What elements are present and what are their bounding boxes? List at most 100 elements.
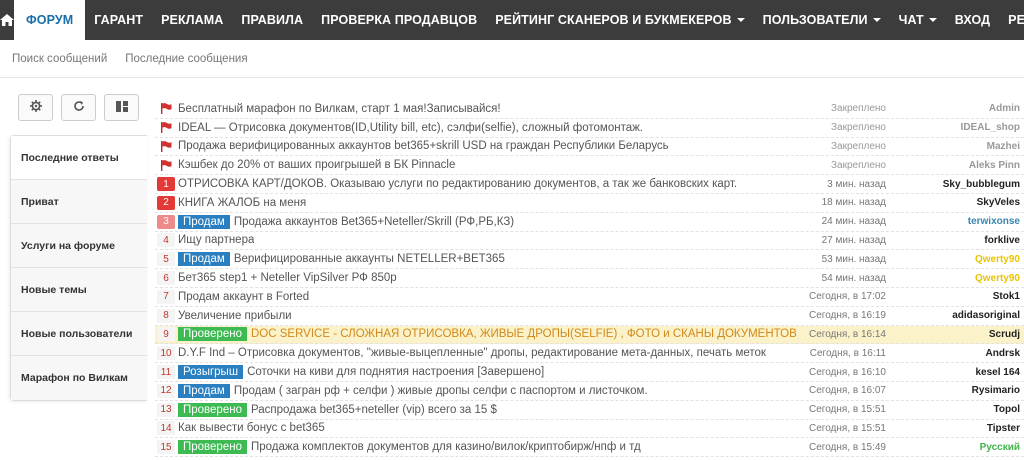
topic-row[interactable]: 13 Проверено Распродажа bet365+neteller (v… <box>155 401 1024 420</box>
topic-author-link[interactable]: Stok1 <box>993 291 1020 302</box>
nav-item-5[interactable]: РЕЙТИНГ СКАНЕРОВ И БУКМЕКЕРОВ <box>486 0 753 40</box>
topic-title-link[interactable]: Продам ( загран рф + селфи ) живые дропы… <box>234 385 648 397</box>
topic-title-link[interactable]: Соточки на киви для поднятия настроения … <box>247 366 544 378</box>
topic-row[interactable]: IDEAL — Отрисовка документов(ID,Utility … <box>155 119 1024 138</box>
topic-row[interactable]: 14 Как вывести бонус с bet365 Сегодня, в 1… <box>155 420 1024 439</box>
topic-title-link[interactable]: IDEAL — Отрисовка документов(ID,Utility … <box>178 122 643 134</box>
topic-author-link[interactable]: Qwerty90 <box>975 273 1020 284</box>
sidebar-toolbar <box>18 94 147 121</box>
topic-author-link[interactable]: Sky_bubblegum <box>943 179 1020 190</box>
topic-title-link[interactable]: Продам аккаунт в Forted <box>178 291 309 303</box>
topic-author-link[interactable]: Aleks Pinn <box>969 160 1020 171</box>
topic-author-link[interactable]: Qwerty90 <box>975 254 1020 265</box>
nav-item-6[interactable]: ПОЛЬЗОВАТЕЛИ <box>754 0 890 40</box>
topic-author-link[interactable]: Mazhei <box>987 141 1020 152</box>
topic-author-link[interactable]: forklive <box>984 235 1020 246</box>
topic-author-link[interactable]: IDEAL_shop <box>961 122 1020 133</box>
topic-time: Закреплено <box>831 103 886 115</box>
nav-item-label: ПРАВИЛА <box>241 13 304 27</box>
topic-author-link[interactable]: Tipster <box>987 423 1020 434</box>
topic-title-link[interactable]: Ищу партнера <box>178 234 254 246</box>
topic-time: Сегодня, в 15:51 <box>809 404 886 416</box>
topic-row[interactable]: 5 Продам Верифицированные аккаунты NETELLE… <box>155 250 1024 270</box>
sidebar-item-3[interactable]: Новые темы <box>11 268 147 312</box>
topic-author-link[interactable]: Andrsk <box>986 348 1020 359</box>
topic-title-link[interactable]: КНИГА ЖАЛОБ на меня <box>178 197 306 209</box>
topic-time: Сегодня, в 17:02 <box>809 291 886 303</box>
topic-prefix-badge: Проверено <box>178 402 247 417</box>
topic-author-link[interactable]: kesel 164 <box>976 367 1021 378</box>
topic-row[interactable]: 4 Ищу партнера 27 мин. назад forklive <box>155 232 1024 251</box>
topic-author-link[interactable]: Topol <box>994 404 1020 415</box>
sub-navigation: Поиск сообщений Последние сообщения <box>0 40 1024 78</box>
nav-item-8[interactable]: ВХОД <box>946 0 999 40</box>
topic-author-link[interactable]: terwixonse <box>968 216 1020 227</box>
topic-row[interactable]: 10 D.Y.F Ind – Отрисовка документов, "жив… <box>155 344 1024 364</box>
topic-author-link[interactable]: Admin <box>989 103 1020 114</box>
topic-row[interactable]: Бесплатный марафон по Вилкам, старт 1 ма… <box>155 100 1024 119</box>
nav-item-3[interactable]: ПРАВИЛА <box>232 0 312 40</box>
topic-time: Сегодня, в 16:11 <box>809 347 886 359</box>
topic-rank: 2 <box>157 195 175 210</box>
topic-title-link[interactable]: Продажа аккаунтов Bet365+Neteller/Skrill… <box>234 216 514 228</box>
topic-prefix-badge: Розыгрыш <box>178 365 244 380</box>
topic-prefix-badge: Проверено <box>178 327 247 342</box>
sidebar-item-4[interactable]: Новые пользователи <box>11 312 147 356</box>
topic-title-link[interactable]: Как вывести бонус с bet365 <box>178 422 325 434</box>
topic-title-link[interactable]: ОТРИСОВКА КАРТ/ДОКОВ. Оказываю услуги по… <box>178 178 737 190</box>
topic-title-link[interactable]: Верифицированные аккаунты NETELLER+BET36… <box>234 253 505 265</box>
home-icon[interactable] <box>0 0 14 40</box>
topic-row[interactable]: 6 Бет365 step1 + Neteller VipSilver РФ 85… <box>155 269 1024 288</box>
sidebar-item-0[interactable]: Последние ответы <box>11 136 147 180</box>
topic-author-link[interactable]: Scrudj <box>989 329 1020 340</box>
sidebar-item-2[interactable]: Услуги на форуме <box>11 224 147 268</box>
topic-rank: 1 <box>157 177 175 192</box>
topic-author-link[interactable]: adidasoriginal <box>952 310 1020 321</box>
topic-title-link[interactable]: Кэшбек до 20% от ваших проигрышей в БК P… <box>178 159 455 171</box>
topic-rank: 5 <box>157 252 175 267</box>
topic-title-link[interactable]: D.Y.F Ind – Отрисовка документов, "живые… <box>178 347 766 359</box>
topic-title-link[interactable]: Продажа комплектов документов для казино… <box>251 441 641 453</box>
topic-title-link[interactable]: Увеличение прибыли <box>178 310 292 322</box>
search-messages-link[interactable]: Поиск сообщений <box>12 53 107 65</box>
topic-time: Закреплено <box>831 140 886 152</box>
topic-prefix-badge: Продам <box>178 252 230 267</box>
nav-item-9[interactable]: РЕГИСТРАЦИЯ <box>999 0 1024 40</box>
settings-button[interactable] <box>18 94 53 121</box>
recent-messages-link[interactable]: Последние сообщения <box>125 53 247 65</box>
sidebar-item-5[interactable]: Марафон по Вилкам <box>11 356 147 400</box>
nav-item-1[interactable]: ГАРАНТ <box>85 0 152 40</box>
topic-time: 54 мин. назад <box>821 272 886 284</box>
nav-item-7[interactable]: ЧАТ <box>890 0 946 40</box>
nav-item-4[interactable]: ПРОВЕРКА ПРОДАВЦОВ <box>312 0 486 40</box>
topic-row[interactable]: 3 Продам Продажа аккаунтов Bet365+Neteller… <box>155 213 1024 232</box>
nav-item-2[interactable]: РЕКЛАМА <box>152 0 232 40</box>
topic-row[interactable]: 1 ОТРИСОВКА КАРТ/ДОКОВ. Оказываю услуги п… <box>155 175 1024 194</box>
topic-row[interactable]: 8 Увеличение прибыли Сегодня, в 16:19 adida… <box>155 307 1024 326</box>
topic-title-link[interactable]: Продажа верифицированных аккаунтов bet36… <box>178 140 669 152</box>
refresh-button[interactable] <box>61 94 96 121</box>
nav-item-label: ФОРУМ <box>26 13 74 27</box>
pinned-flag-icon <box>157 159 175 171</box>
topic-row[interactable]: 9 Проверено DOC SERVICE - СЛОЖНАЯ ОТРИСОВК… <box>155 325 1024 345</box>
topic-row[interactable]: 11 Розыгрыш Соточки на киви для поднятия н… <box>155 363 1024 382</box>
topic-author-link[interactable]: Русский <box>980 442 1020 453</box>
sidebar-item-1[interactable]: Приват <box>11 180 147 224</box>
nav-item-0[interactable]: ФОРУМ <box>14 0 86 40</box>
layout-button[interactable] <box>104 94 139 121</box>
topic-title-link[interactable]: DOC SERVICE - СЛОЖНАЯ ОТРИСОВКА, ЖИВЫЕ Д… <box>251 328 797 340</box>
topic-row[interactable]: Кэшбек до 20% от ваших проигрышей в БК P… <box>155 156 1024 176</box>
topic-author-link[interactable]: SkyVeles <box>977 197 1020 208</box>
topic-author-link[interactable]: Rysimario <box>972 385 1020 396</box>
topic-row[interactable]: 15 Проверено Продажа комплектов документов… <box>155 438 1024 458</box>
topic-row[interactable]: 2 КНИГА ЖАЛОБ на меня 18 мин. назад SkyVele… <box>155 194 1024 213</box>
topic-row[interactable]: 7 Продам аккаунт в Forted Сегодня, в 17:02… <box>155 288 1024 307</box>
topic-row[interactable]: 12 Продам Продам ( загран рф + селфи ) жив… <box>155 382 1024 401</box>
topic-row[interactable]: Продажа верифицированных аккаунтов bet36… <box>155 138 1024 157</box>
nav-item-label: ГАРАНТ <box>94 13 144 27</box>
topic-title-link[interactable]: Распродажа bet365+neteller (vip) всего з… <box>251 404 497 416</box>
topic-title-link[interactable]: Бесплатный марафон по Вилкам, старт 1 ма… <box>178 103 501 115</box>
topic-rank: 4 <box>157 233 175 248</box>
topic-rank: 3 <box>157 214 175 229</box>
topic-title-link[interactable]: Бет365 step1 + Neteller VipSilver РФ 850… <box>178 272 397 284</box>
